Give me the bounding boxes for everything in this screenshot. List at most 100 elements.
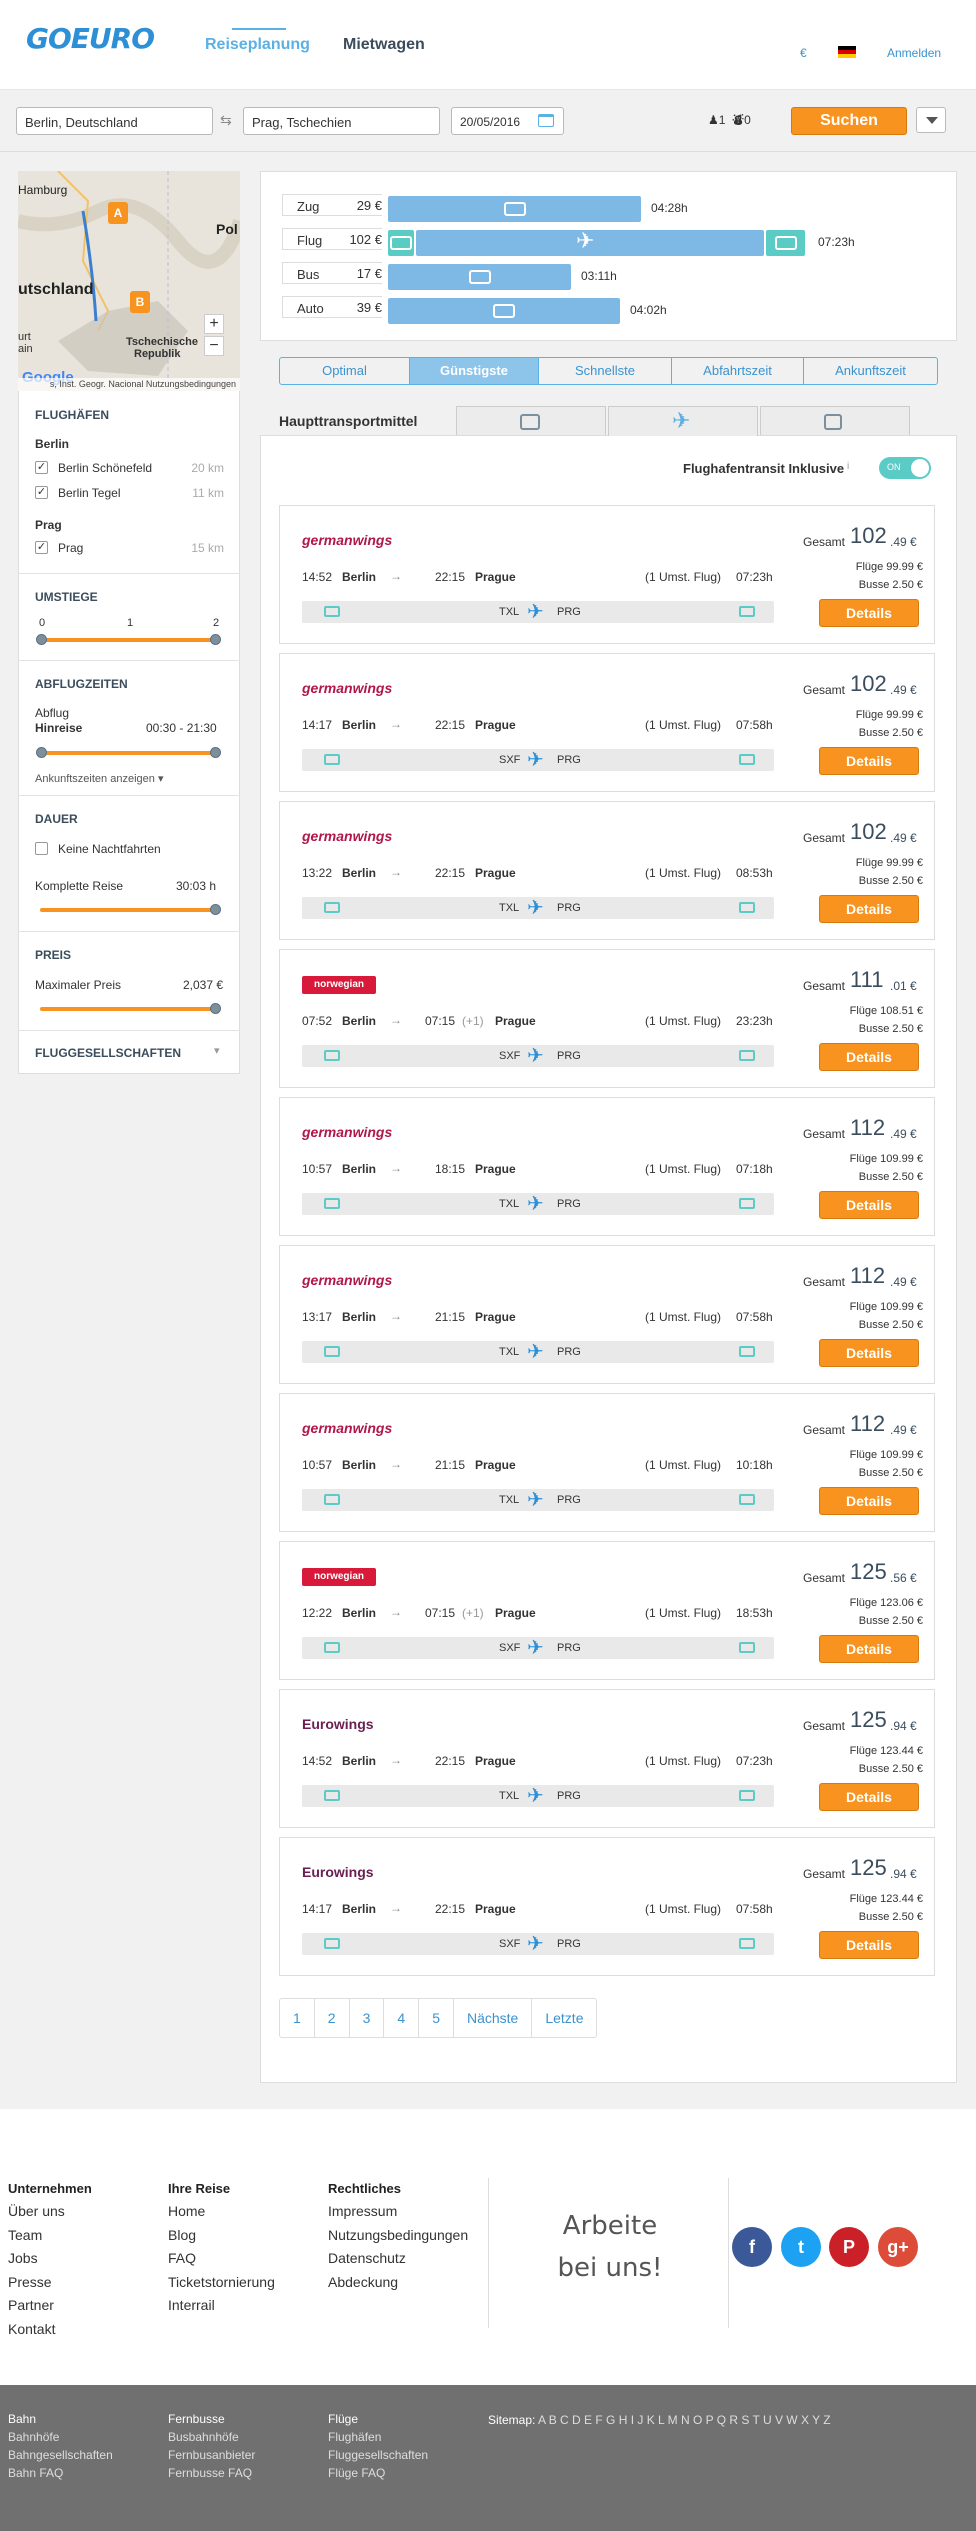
footer-link[interactable]: Jobs	[8, 2250, 38, 2266]
zoom-in-button[interactable]: +	[204, 314, 224, 334]
zoom-out-button[interactable]: −	[204, 336, 224, 356]
subfooter-heading[interactable]: Fernbusse	[168, 2412, 225, 2426]
page-link-1[interactable]: 2	[315, 1999, 350, 2037]
route-map[interactable]: Hamburg Pol utschland Tschechische Repub…	[18, 171, 240, 391]
transit-toggle[interactable]: ON	[879, 457, 931, 479]
footer-link[interactable]: Impressum	[328, 2203, 397, 2219]
details-button[interactable]: Details	[819, 599, 919, 627]
footer-link[interactable]: Abdeckung	[328, 2274, 398, 2290]
destination-input[interactable]: Prag, Tschechien	[243, 107, 440, 135]
googleplus-icon[interactable]: g+	[878, 2227, 918, 2267]
goeuro-logo[interactable]: GOEURO	[26, 22, 155, 55]
footer-link[interactable]: Interrail	[168, 2297, 215, 2313]
search-button[interactable]: Suchen	[791, 107, 907, 135]
flights-price: Flüge 123.06 €	[849, 1597, 923, 1609]
subfooter-link[interactable]: Fluggesellschaften	[328, 2448, 428, 2462]
details-button[interactable]: Details	[819, 1043, 919, 1071]
pinterest-icon[interactable]: P	[829, 2227, 869, 2267]
departure-slider-max-handle[interactable]	[210, 747, 221, 758]
passenger-selector[interactable]: ♟1 ⛇0	[708, 112, 751, 129]
subfooter-heading[interactable]: Flüge	[328, 2412, 358, 2426]
page-link-3[interactable]: 4	[384, 1999, 420, 2037]
tab-train[interactable]	[456, 406, 606, 436]
checkbox-prag[interactable]: ✓	[35, 541, 48, 554]
details-button[interactable]: Details	[819, 1339, 919, 1367]
duration-slider-handle[interactable]	[210, 904, 221, 915]
details-button[interactable]: Details	[819, 895, 919, 923]
departure-airport: TXL	[499, 606, 520, 618]
mode-bar-1[interactable]: ✈	[416, 228, 764, 256]
checkbox-schoenefeld[interactable]: ✓	[35, 461, 48, 474]
map-marker-a[interactable]: A	[108, 202, 128, 224]
footer-link[interactable]: Kontakt	[8, 2321, 55, 2337]
calendar-icon[interactable]	[538, 114, 554, 127]
jobs-promo[interactable]: Arbeite bei uns!	[540, 2205, 680, 2289]
tab-flight[interactable]: ✈	[608, 406, 758, 436]
footer-link[interactable]: Über uns	[8, 2203, 65, 2219]
page-link-6[interactable]: Letzte	[532, 1999, 596, 2037]
sort-tab-2[interactable]: Schnellste	[539, 358, 672, 384]
footer-link[interactable]: Team	[8, 2227, 42, 2243]
nav-mietwagen[interactable]: Mietwagen	[343, 36, 425, 54]
airlines-heading[interactable]: FLUGGESELLSCHAFTEN	[35, 1046, 181, 1060]
stops-slider-min-handle[interactable]	[36, 634, 47, 645]
nav-reiseplanung[interactable]: Reiseplanung	[205, 36, 310, 54]
twitter-icon[interactable]: t	[781, 2227, 821, 2267]
details-button[interactable]: Details	[819, 1635, 919, 1663]
price-slider-handle[interactable]	[210, 1003, 221, 1014]
german-flag-icon[interactable]	[838, 46, 856, 58]
subfooter-link[interactable]: Flughäfen	[328, 2430, 381, 2444]
page-link-5[interactable]: Nächste	[454, 1999, 533, 2037]
subfooter-link[interactable]: Bahngesellschaften	[8, 2448, 113, 2462]
login-link[interactable]: Anmelden	[887, 46, 941, 60]
chevron-down-icon[interactable]: ▾	[214, 1044, 220, 1057]
footer-link[interactable]: Datenschutz	[328, 2250, 406, 2266]
subfooter-link[interactable]: Fernbusanbieter	[168, 2448, 255, 2462]
departure-slider-min-handle[interactable]	[36, 747, 47, 758]
options-dropdown-button[interactable]	[916, 107, 946, 133]
footer-link[interactable]: FAQ	[168, 2250, 196, 2266]
checkbox-tegel[interactable]: ✓	[35, 486, 48, 499]
subfooter-link[interactable]: Busbahnhöfe	[168, 2430, 239, 2444]
subfooter-link[interactable]: Flüge FAQ	[328, 2466, 385, 2480]
footer-link[interactable]: Ticketstornierung	[168, 2274, 275, 2290]
stops-info: (1 Umst. Flug)	[645, 1014, 722, 1028]
sort-tab-0[interactable]: Optimal	[280, 358, 410, 384]
footer-link[interactable]: Presse	[8, 2274, 52, 2290]
plane-icon: ✈	[672, 408, 691, 433]
sort-tab-3[interactable]: Abfahrtszeit	[672, 358, 804, 384]
origin-input[interactable]: Berlin, Deutschland	[16, 107, 213, 135]
plane-icon: ✈	[527, 1045, 544, 1067]
footer-link[interactable]: Home	[168, 2203, 205, 2219]
details-button[interactable]: Details	[819, 1783, 919, 1811]
checkbox-no-night[interactable]	[35, 842, 48, 855]
sort-tab-1[interactable]: Günstigste	[410, 358, 539, 384]
mode-bar-0[interactable]	[388, 196, 641, 222]
page-link-2[interactable]: 3	[350, 1999, 385, 2037]
footer-link[interactable]: Nutzungsbedingungen	[328, 2227, 468, 2243]
mode-bar-3[interactable]	[388, 298, 620, 324]
arrival-times-link[interactable]: Ankunftszeiten anzeigen ▾	[35, 772, 163, 785]
details-button[interactable]: Details	[819, 1931, 919, 1959]
subfooter-heading[interactable]: Bahn	[8, 2412, 36, 2426]
page-link-0[interactable]: 1	[280, 1999, 315, 2037]
stops-slider-max-handle[interactable]	[210, 634, 221, 645]
swap-icon[interactable]: ⇆	[220, 112, 232, 129]
subfooter-link[interactable]: Fernbusse FAQ	[168, 2466, 252, 2480]
mode-bar-2[interactable]	[388, 264, 571, 290]
details-button[interactable]: Details	[819, 747, 919, 775]
info-icon[interactable]: i	[847, 461, 849, 472]
footer-link[interactable]: Blog	[168, 2227, 196, 2243]
subfooter-link[interactable]: Bahn FAQ	[8, 2466, 63, 2480]
tab-bus[interactable]	[760, 406, 910, 436]
sort-tab-4[interactable]: Ankunftszeit	[804, 358, 937, 384]
footer-link[interactable]: Partner	[8, 2297, 54, 2313]
sitemap-letters[interactable]: A B C D E F G H I J K L M N O P Q R S T …	[538, 2413, 831, 2427]
subfooter-link[interactable]: Bahnhöfe	[8, 2430, 59, 2444]
details-button[interactable]: Details	[819, 1487, 919, 1515]
facebook-icon[interactable]: f	[732, 2227, 772, 2267]
currency-selector[interactable]: €	[800, 46, 807, 60]
details-button[interactable]: Details	[819, 1191, 919, 1219]
page-link-4[interactable]: 5	[419, 1999, 454, 2037]
map-marker-b[interactable]: B	[130, 291, 150, 313]
